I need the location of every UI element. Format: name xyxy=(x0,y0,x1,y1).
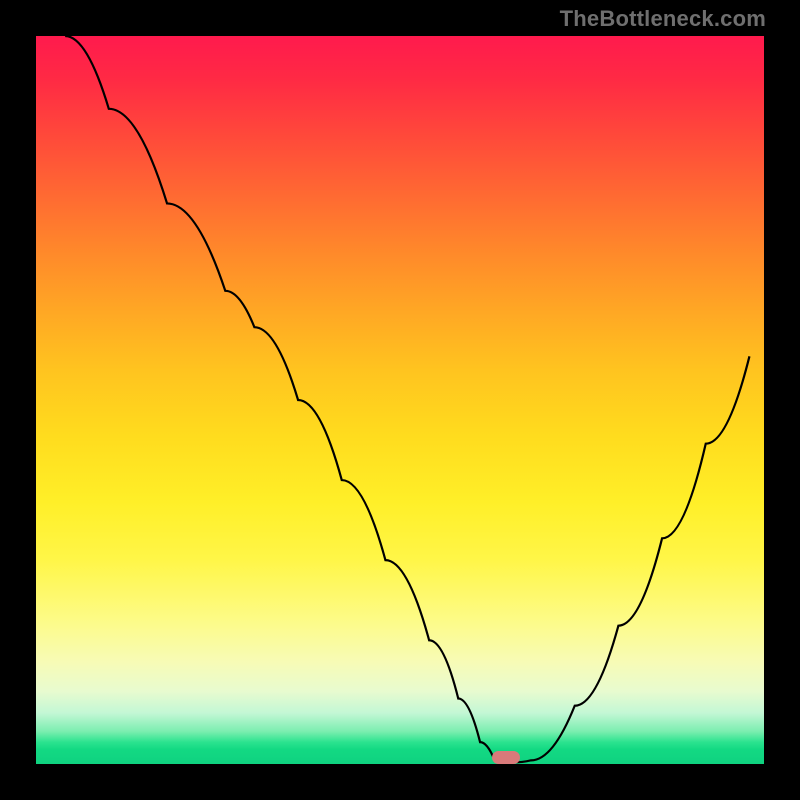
watermark-text: TheBottleneck.com xyxy=(560,6,766,32)
chart-plot-area xyxy=(36,36,764,764)
curve-path xyxy=(65,36,749,763)
optimal-marker xyxy=(492,751,520,764)
bottleneck-curve xyxy=(36,36,764,764)
chart-frame: TheBottleneck.com xyxy=(0,0,800,800)
